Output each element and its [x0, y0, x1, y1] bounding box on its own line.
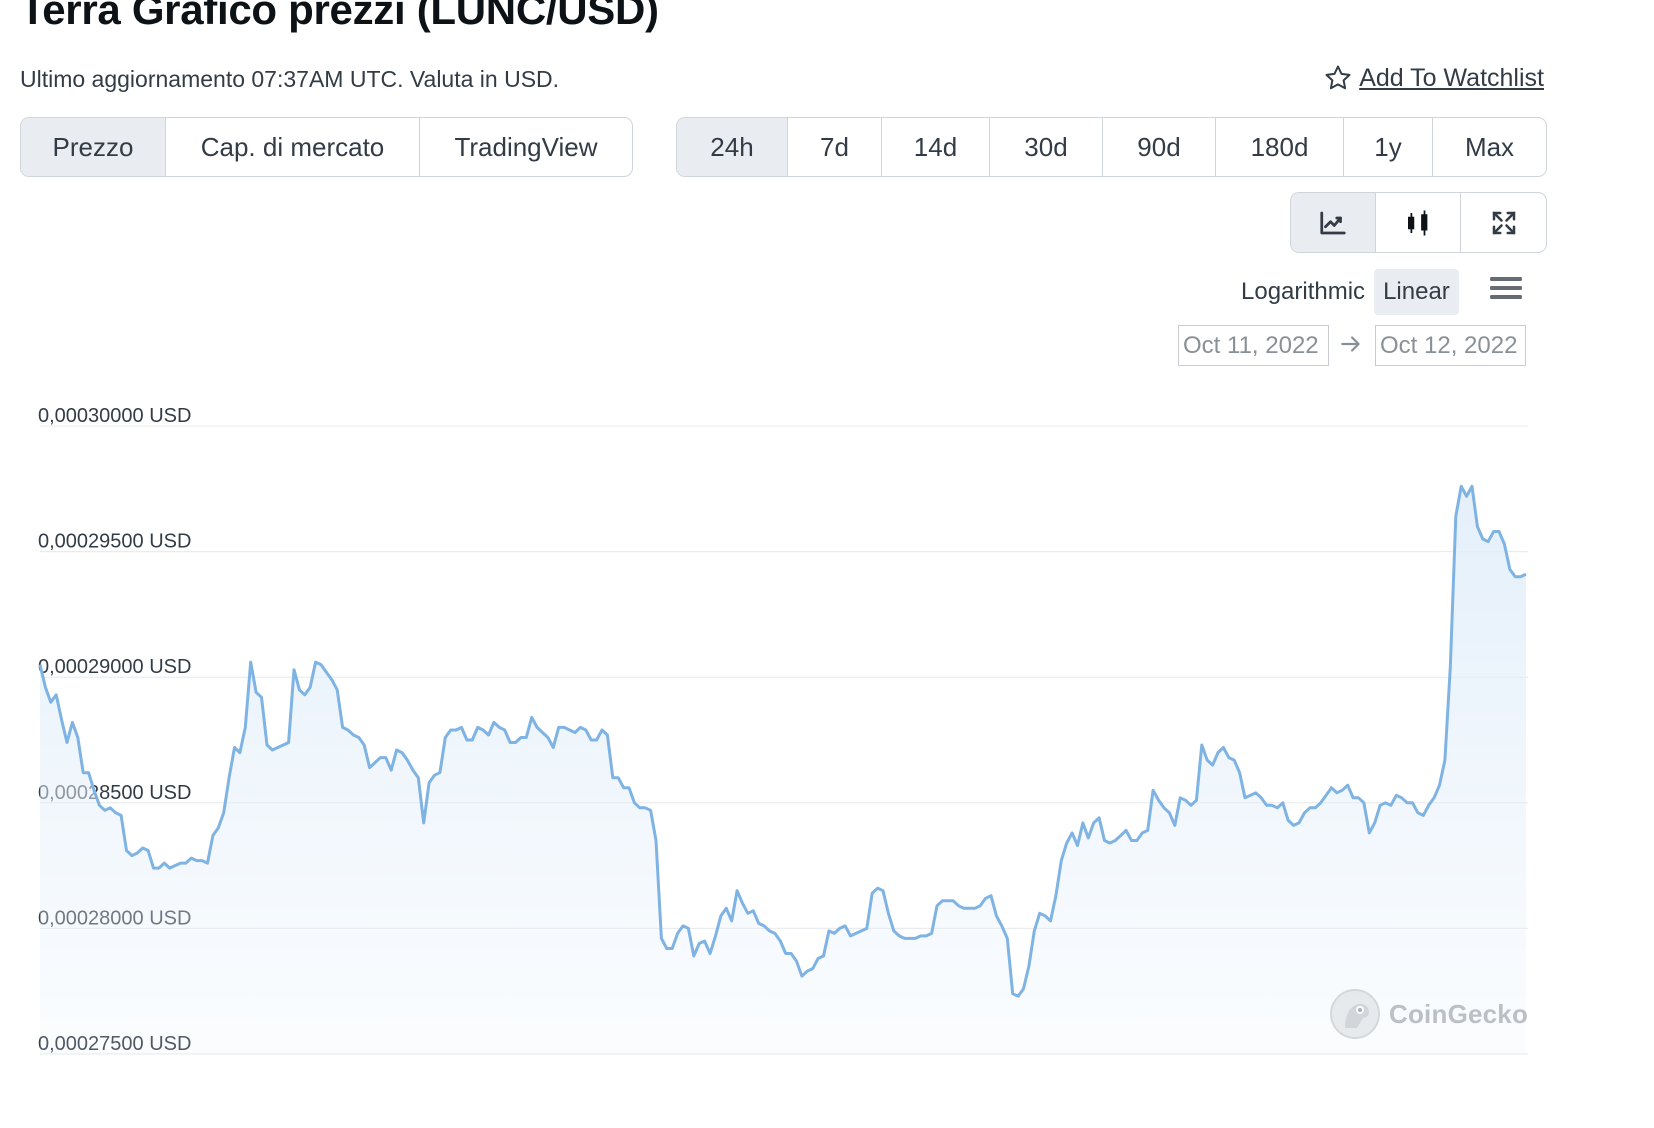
scale-linear-button[interactable]: Linear — [1374, 269, 1459, 315]
page-title: Terra Grafico prezzi (LUNC/USD) — [20, 0, 659, 33]
coingecko-watermark: CoinGecko — [1329, 988, 1528, 1040]
tab-price[interactable]: Prezzo — [21, 118, 166, 176]
gecko-logo-icon — [1330, 989, 1380, 1039]
watchlist-label: Add To Watchlist — [1359, 63, 1544, 92]
line-chart-icon — [1320, 211, 1346, 234]
last-updated-text: Ultimo aggiornamento 07:37AM UTC. Valuta… — [20, 66, 560, 92]
time-range-selector: 24h 7d 14d 30d 90d 180d 1y Max — [676, 117, 1547, 177]
range-90d[interactable]: 90d — [1103, 118, 1216, 176]
range-30d[interactable]: 30d — [990, 118, 1103, 176]
price-chart: 0,00030000 USD 0,00029500 USD 0,00029000 U… — [38, 405, 1528, 1055]
range-1y[interactable]: 1y — [1344, 118, 1433, 176]
range-7d[interactable]: 7d — [788, 118, 882, 176]
price-area-fill — [40, 486, 1526, 1054]
star-icon — [1325, 65, 1351, 90]
tab-market-cap[interactable]: Cap. di mercato — [166, 118, 420, 176]
candlestick-icon — [1408, 210, 1428, 235]
chart-metric-tabs: Prezzo Cap. di mercato TradingView — [20, 117, 633, 177]
arrow-right-icon — [1341, 336, 1360, 352]
candlestick-chart-button[interactable] — [1376, 193, 1461, 252]
tab-tradingview[interactable]: TradingView — [420, 118, 632, 176]
add-to-watchlist-link[interactable]: Add To Watchlist — [1323, 63, 1544, 93]
scale-toggle: Logarithmic Linear — [1232, 269, 1459, 315]
fullscreen-icon — [1492, 211, 1515, 234]
range-14d[interactable]: 14d — [882, 118, 990, 176]
fullscreen-button[interactable] — [1461, 193, 1546, 252]
watermark-text: CoinGecko — [1389, 998, 1529, 1029]
hamburger-menu-icon[interactable] — [1488, 273, 1528, 307]
date-from-input[interactable]: Oct 11, 2022 — [1178, 325, 1329, 366]
y-tick-label: 0,00029000 USD — [38, 656, 191, 678]
y-tick-label: 0,00029500 USD — [38, 531, 191, 553]
scale-logarithmic-button[interactable]: Logarithmic — [1232, 269, 1374, 315]
range-180d[interactable]: 180d — [1216, 118, 1344, 176]
y-tick-label: 0,00030000 USD — [38, 405, 191, 427]
chart-type-selector — [1290, 192, 1547, 253]
range-max[interactable]: Max — [1433, 118, 1546, 176]
line-chart-button[interactable] — [1291, 193, 1376, 252]
range-24h[interactable]: 24h — [677, 118, 788, 176]
date-to-input[interactable]: Oct 12, 2022 — [1375, 325, 1526, 366]
